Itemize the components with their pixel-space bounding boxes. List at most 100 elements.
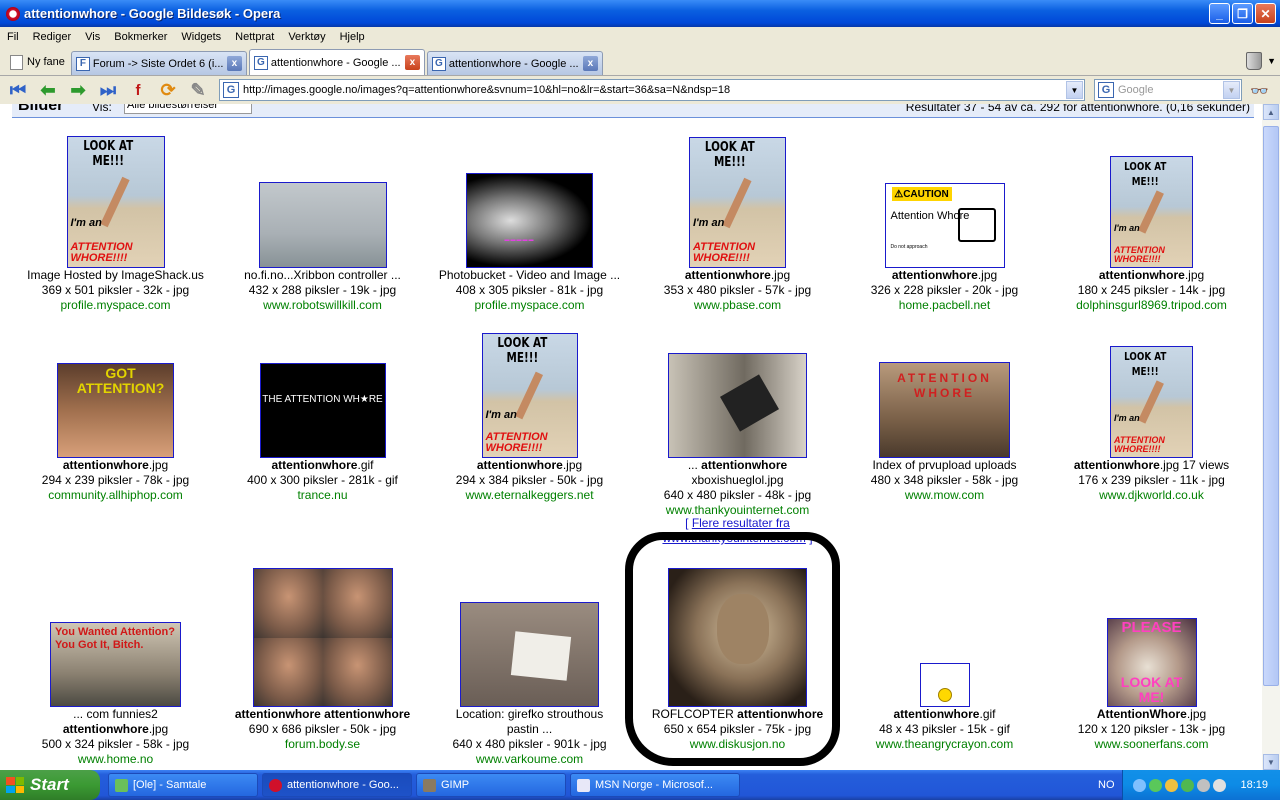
result-thumbnail[interactable]: LOOK AT ME!!! I'm an ATTENTION WHORE!!!!: [1110, 156, 1193, 268]
result-site[interactable]: www.eternalkeggers.net: [426, 488, 633, 503]
language-indicator[interactable]: NO: [1098, 779, 1115, 791]
edit-pen-icon[interactable]: ✎: [186, 79, 210, 101]
taskbar-item-samtale[interactable]: [Ole] - Samtale: [108, 773, 258, 797]
window-title-bar[interactable]: attentionwhore - Google Bildesøk - Opera…: [0, 0, 1280, 27]
result-thumbnail[interactable]: [668, 568, 807, 707]
result-caption-bold[interactable]: AttentionWhore: [1097, 707, 1187, 721]
tab-forum[interactable]: F Forum -> Siste Ordet 6 (i... x: [70, 51, 247, 75]
result-site[interactable]: www.theangrycrayon.com: [841, 737, 1048, 752]
tab-menu-arrow-icon[interactable]: ▼: [1267, 56, 1276, 66]
result-site[interactable]: forum.body.se: [219, 737, 426, 752]
result-site[interactable]: www.diskusjon.no: [634, 737, 841, 752]
tab-close-icon[interactable]: x: [404, 55, 420, 70]
result-caption-bold[interactable]: attentionwhore: [477, 458, 563, 472]
result-site[interactable]: www.mow.com: [841, 488, 1048, 503]
menu-bookmarks[interactable]: Bokmerker: [107, 31, 174, 43]
result-caption-bold[interactable]: attentionwhore: [737, 707, 823, 721]
search-engine-dropdown-icon[interactable]: ▼: [1223, 81, 1240, 99]
search-input[interactable]: Google: [1118, 84, 1223, 96]
zoom-glasses-icon[interactable]: 👓: [1250, 82, 1269, 100]
network-icon[interactable]: [1165, 778, 1178, 792]
back-icon[interactable]: ⬅: [36, 79, 60, 101]
menu-chat[interactable]: Nettprat: [228, 31, 281, 43]
tray-arrow-icon[interactable]: [1133, 778, 1146, 792]
minimize-button[interactable]: _: [1209, 3, 1230, 24]
taskbar-item-msn-norge[interactable]: MSN Norge - Microsof...: [570, 773, 740, 797]
result-caption-bold[interactable]: attentionwhore: [1074, 458, 1160, 472]
fast-forward-icon[interactable]: ⏭: [96, 79, 120, 101]
result-thumbnail[interactable]: LOOK AT ME!!! I'm an ATTENTION WHORE!!!!: [481, 333, 578, 458]
feed-icon[interactable]: f: [126, 79, 150, 101]
reload-icon[interactable]: ⟳: [156, 79, 180, 101]
result-thumbnail[interactable]: [252, 568, 393, 707]
menu-file[interactable]: Fil: [0, 31, 26, 43]
result-thumbnail[interactable]: You Wanted Attention? You Got It, Bitch.: [50, 622, 181, 707]
result-thumbnail[interactable]: LOOK AT ME!!! I'm an ATTENTION WHORE!!!!: [66, 136, 165, 268]
more-results-link-text[interactable]: Flere resultater fra www.thankyouinterne…: [662, 516, 805, 545]
result-site[interactable]: www.pbase.com: [634, 298, 841, 313]
tab-close-icon[interactable]: x: [226, 56, 242, 71]
scrollbar-thumb[interactable]: [1263, 126, 1279, 686]
result-thumbnail[interactable]: LOOK AT ME!!! I'm an ATTENTION WHORE!!!!: [689, 137, 786, 268]
taskbar-item-opera[interactable]: attentionwhore - Goo...: [262, 773, 412, 797]
result-site[interactable]: trance.nu: [219, 488, 426, 503]
result-site[interactable]: www.robotswillkill.com: [219, 298, 426, 313]
result-thumbnail[interactable]: LOOK AT ME!!! I'm an ATTENTION WHORE!!!!: [1110, 346, 1193, 458]
wireless-icon[interactable]: [1181, 778, 1194, 792]
scroll-up-icon[interactable]: ▲: [1263, 104, 1279, 120]
result-thumbnail[interactable]: GOT ATTENTION?: [57, 363, 174, 458]
close-window-button[interactable]: ✕: [1255, 3, 1276, 24]
address-dropdown-icon[interactable]: ▼: [1066, 81, 1083, 99]
result-site[interactable]: www.home.no: [12, 752, 219, 767]
result-thumbnail[interactable]: ATTENTION WHORE: [879, 362, 1010, 458]
tab-close-icon[interactable]: x: [582, 56, 598, 71]
result-thumbnail[interactable]: THE ATTENTION WH★RE: [259, 363, 386, 458]
result-thumbnail[interactable]: PLEASE LOOK AT ME!: [1106, 618, 1197, 707]
result-site[interactable]: www.soonerfans.com: [1048, 737, 1255, 752]
display-icon[interactable]: [1197, 778, 1210, 792]
forward-icon[interactable]: ➡: [66, 79, 90, 101]
result-site[interactable]: www.varkoume.com: [426, 752, 633, 767]
result-caption-bold[interactable]: attentionwhore: [1099, 268, 1185, 282]
result-caption-bold[interactable]: attentionwhore: [63, 458, 149, 472]
rewind-icon[interactable]: ⏮: [6, 79, 30, 101]
clock[interactable]: 18:19: [1240, 779, 1268, 791]
menu-help[interactable]: Hjelp: [333, 31, 372, 43]
result-thumbnail[interactable]: [460, 602, 599, 707]
scroll-down-icon[interactable]: ▼: [1263, 754, 1279, 770]
result-caption-bold[interactable]: attentionwhore: [685, 268, 771, 282]
result-site[interactable]: dolphinsgurl8969.tripod.com: [1048, 298, 1255, 313]
vertical-scrollbar[interactable]: ▲ ▼: [1262, 104, 1280, 770]
taskbar-item-gimp[interactable]: GIMP: [416, 773, 566, 797]
result-site[interactable]: profile.myspace.com: [426, 298, 633, 313]
result-caption-bold[interactable]: attentionwhore: [271, 458, 357, 472]
result-thumbnail[interactable]: ⚠CAUTION Attention Whore Do not approach: [884, 183, 1005, 268]
search-box[interactable]: G Google ▼: [1094, 79, 1242, 101]
new-tab-button[interactable]: Ny fane: [4, 49, 71, 75]
tab-google-images-active[interactable]: G attentionwhore - Google ... x: [248, 49, 425, 75]
result-site[interactable]: community.allhiphop.com: [12, 488, 219, 503]
result-thumbnail[interactable]: [258, 182, 387, 268]
menu-view[interactable]: Vis: [78, 31, 107, 43]
tab-google-images[interactable]: G attentionwhore - Google ... x: [426, 51, 603, 75]
trash-icon[interactable]: [1246, 52, 1262, 70]
result-caption-bold[interactable]: attentionwhore: [893, 707, 979, 721]
result-thumbnail[interactable]: [668, 353, 807, 458]
msn-status-icon[interactable]: [1149, 778, 1162, 792]
address-bar[interactable]: G http://images.google.no/images?q=atten…: [219, 79, 1085, 101]
result-site[interactable]: www.djkworld.co.uk: [1048, 488, 1255, 503]
result-thumbnail[interactable]: ▬▬▬▬▬: [466, 173, 593, 268]
volume-icon[interactable]: [1213, 778, 1226, 792]
result-site[interactable]: profile.myspace.com: [12, 298, 219, 313]
menu-widgets[interactable]: Widgets: [174, 31, 228, 43]
result-site[interactable]: home.pacbell.net: [841, 298, 1048, 313]
result-caption-bold[interactable]: attentionwhore: [701, 458, 787, 472]
menu-edit[interactable]: Rediger: [26, 31, 79, 43]
result-caption-bold[interactable]: attentionwhore: [892, 268, 978, 282]
result-caption-bold[interactable]: attentionwhore: [63, 722, 149, 736]
result-thumbnail[interactable]: [919, 663, 970, 707]
result-caption-bold[interactable]: attentionwhore attentionwhore: [235, 707, 410, 721]
size-filter-select[interactable]: Alle bildestørrelser: [124, 104, 252, 114]
maximize-button[interactable]: ❐: [1232, 3, 1253, 24]
more-results-link[interactable]: [ Flere resultater fra www.thankyouinter…: [650, 516, 825, 546]
